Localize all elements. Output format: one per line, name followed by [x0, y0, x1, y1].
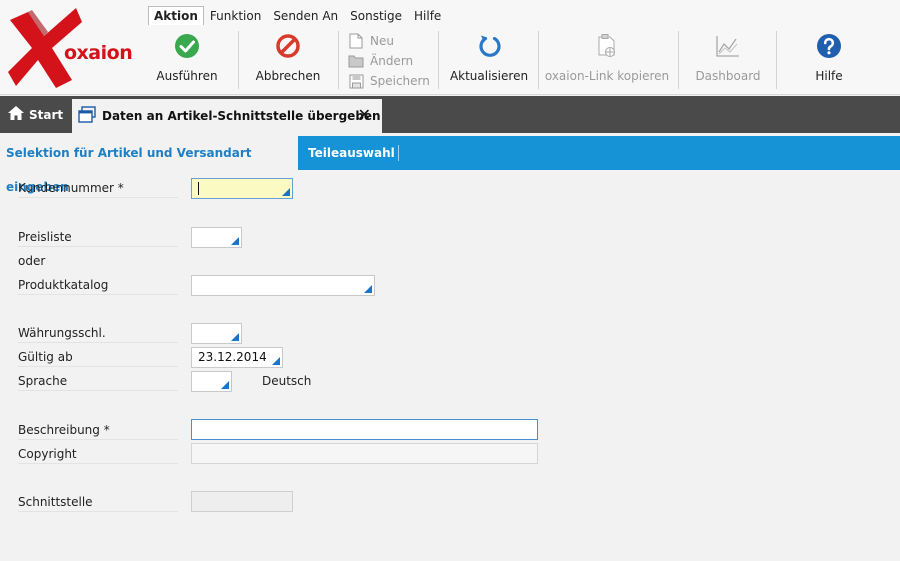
subtab-selektion[interactable]: Selektion für Artikel und Versandart ein… [0, 136, 298, 194]
dashboard-button[interactable]: Dashboard [692, 31, 764, 91]
oxaion-logo: oxaion [6, 6, 138, 90]
menu-bar: Aktion Funktion Senden An Sonstige Hilfe [148, 6, 447, 25]
edit-button[interactable]: Ändern [348, 51, 434, 71]
logo-text: oxaion [64, 42, 133, 64]
top-ribbon: oxaion Aktion Funktion Senden An Sonstig… [0, 0, 900, 95]
copyright-label: Copyright [18, 444, 178, 464]
product-catalog-input[interactable] [191, 275, 375, 296]
new-label: Neu [370, 34, 394, 48]
toolbar-divider [776, 31, 777, 89]
cancel-icon [275, 33, 301, 59]
save-disk-icon [348, 73, 364, 89]
record-actions: Neu Ändern Speichern [348, 31, 434, 91]
menu-sonstige[interactable]: Sonstige [344, 6, 408, 25]
new-document-icon [348, 33, 364, 49]
subtab-bar: Selektion für Artikel und Versandart ein… [0, 136, 900, 194]
price-list-label: Preisliste [18, 227, 178, 247]
subtab-teileauswahl[interactable]: Teileauswahl [302, 136, 401, 170]
close-tab-icon[interactable]: ✕ [358, 107, 371, 123]
tab-start[interactable]: Start [0, 96, 66, 133]
link-document-icon [594, 33, 620, 59]
toolbar-divider [678, 31, 679, 89]
language-input[interactable] [191, 371, 232, 392]
toolbar-divider [238, 31, 239, 89]
price-list-input[interactable] [191, 227, 242, 248]
document-tab-strip: Start Daten an Artikel-Schnittstelle übe… [0, 96, 900, 133]
folder-icon [348, 53, 364, 69]
dashboard-label: Dashboard [695, 69, 761, 83]
copyright-input[interactable] [191, 443, 538, 464]
currency-label: Währungsschl. [18, 323, 178, 343]
edit-label: Ändern [370, 54, 414, 68]
execute-label: Ausführen [156, 69, 218, 83]
valid-from-input[interactable]: 23.12.2014 [191, 347, 283, 368]
cancel-button[interactable]: Abbrechen [252, 31, 324, 91]
help-label: Hilfe [815, 69, 843, 83]
menu-aktion[interactable]: Aktion [148, 6, 204, 25]
currency-input[interactable] [191, 323, 242, 344]
language-name: Deutsch [262, 374, 312, 388]
line-chart-icon [715, 33, 741, 59]
language-label: Sprache [18, 371, 178, 391]
home-icon [7, 105, 25, 124]
refresh-icon [476, 33, 502, 59]
cancel-label: Abbrechen [255, 69, 321, 83]
customer-number-input[interactable] [191, 178, 293, 199]
description-input[interactable] [191, 419, 538, 440]
toolbar-divider [438, 31, 439, 89]
help-question-icon [816, 33, 842, 59]
save-label: Speichern [370, 74, 430, 88]
text-caret [198, 182, 199, 195]
or-label: oder [18, 254, 46, 268]
checkmark-icon [174, 33, 200, 59]
copy-link-button[interactable]: oxaion-Link kopieren [544, 31, 670, 91]
tab-start-label: Start [29, 107, 64, 122]
tab-artikel-schnittstelle[interactable]: Daten an Artikel-Schnittstelle übergeben… [72, 99, 382, 133]
interface-label: Schnittstelle [18, 492, 178, 512]
menu-funktion[interactable]: Funktion [204, 6, 267, 25]
toolbar: Ausführen Abbrechen Neu Ändern Speichern… [148, 27, 900, 93]
toolbar-divider [538, 31, 539, 89]
valid-from-value: 23.12.2014 [198, 350, 267, 364]
description-label: Beschreibung * [18, 420, 178, 440]
execute-button[interactable]: Ausführen [154, 31, 220, 91]
refresh-button[interactable]: Aktualisieren [446, 31, 532, 91]
toolbar-divider [338, 31, 339, 89]
refresh-label: Aktualisieren [449, 69, 529, 83]
new-button[interactable]: Neu [348, 31, 434, 51]
tab-active-label: Daten an Artikel-Schnittstelle übergeben [102, 109, 381, 123]
product-catalog-label: Produktkatalog [18, 275, 178, 295]
valid-from-label: Gültig ab [18, 347, 178, 367]
save-button[interactable]: Speichern [348, 71, 434, 91]
help-button[interactable]: Hilfe [798, 31, 860, 91]
copy-link-label: oxaion-Link kopieren [544, 69, 670, 83]
interface-input [191, 491, 293, 512]
window-icon [78, 106, 96, 126]
customer-number-label: Kundennummer * [18, 178, 178, 198]
menu-senden-an[interactable]: Senden An [267, 6, 344, 25]
menu-hilfe[interactable]: Hilfe [408, 6, 447, 25]
subtab-divider [398, 145, 399, 161]
